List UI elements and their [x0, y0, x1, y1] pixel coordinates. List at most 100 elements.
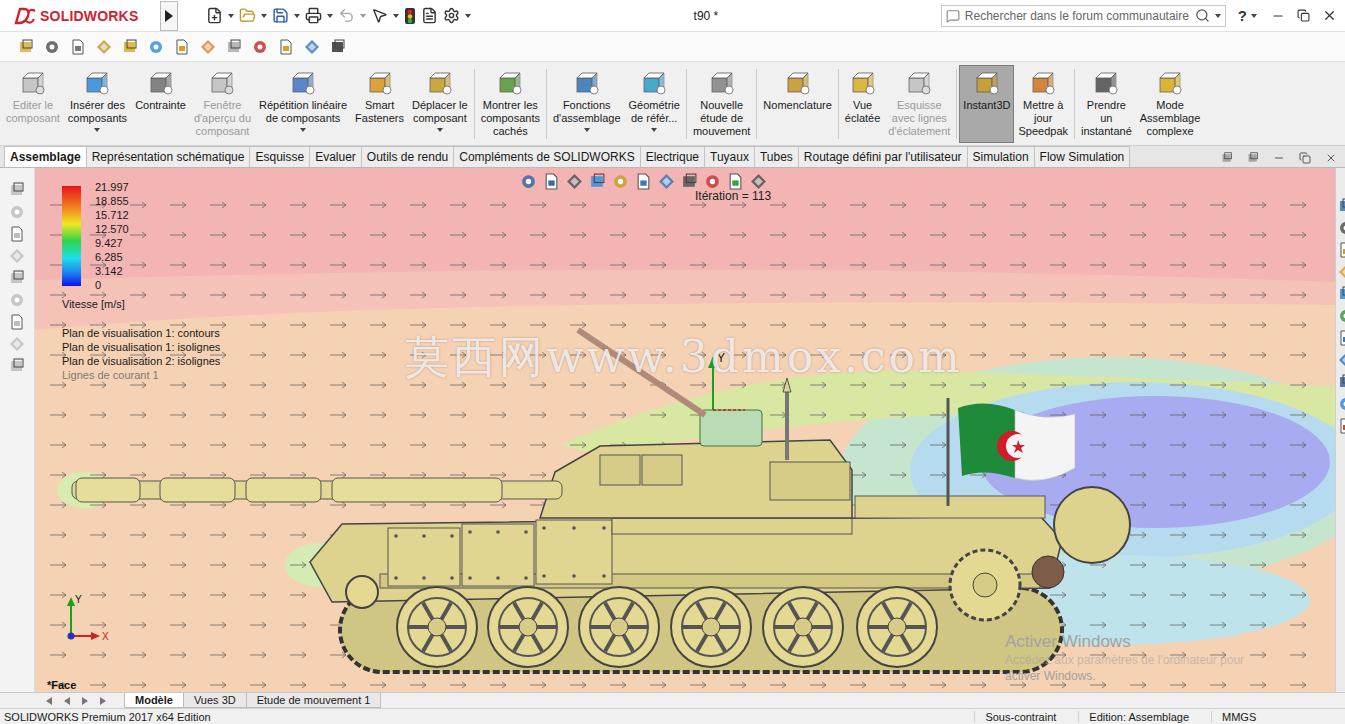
next-tab-arrow-icon[interactable]	[80, 696, 90, 706]
select-pointer-icon[interactable]	[371, 7, 388, 24]
dropdown-caret[interactable]	[651, 128, 657, 132]
hide-show-icon[interactable]	[681, 173, 698, 190]
status-item[interactable]: MMGS	[1211, 711, 1301, 723]
home-icon[interactable]	[1338, 198, 1345, 214]
configure-icon[interactable]	[278, 39, 294, 55]
plot-label[interactable]: Lignes de courant 1	[62, 368, 220, 382]
save-icon[interactable]	[272, 7, 289, 24]
render-icon[interactable]	[148, 39, 164, 55]
command-button[interactable]: Vueéclatée	[841, 65, 884, 143]
status-item[interactable]: Sous-contraint	[974, 711, 1078, 723]
display-settings-icon[interactable]	[750, 173, 767, 190]
zoom-area-icon[interactable]	[543, 173, 560, 190]
dynamic-annotation-icon[interactable]	[612, 173, 629, 190]
command-tab[interactable]: Représentation schématique	[86, 146, 251, 167]
rebuild-traffic-light-icon[interactable]	[404, 7, 416, 25]
command-button[interactable]: SmartFasteners	[351, 65, 408, 143]
datum-icon[interactable]	[9, 314, 25, 330]
command-button[interactable]: Fonctionsd'assemblage	[549, 65, 625, 143]
scene-icon[interactable]	[727, 173, 744, 190]
command-button[interactable]: Instant3D	[959, 65, 1014, 143]
sketch-icon[interactable]	[44, 39, 60, 55]
search-icon[interactable]	[1195, 8, 1210, 23]
command-button[interactable]: Esquisseavec lignesd'éclatement	[884, 65, 954, 143]
drawing-icon[interactable]	[252, 39, 268, 55]
simulation-icon[interactable]	[1338, 396, 1345, 412]
last-tab-arrow-icon[interactable]	[98, 696, 108, 706]
plot-label[interactable]: Plan de visualisation 1: contours	[62, 326, 220, 340]
menu-expand-button[interactable]	[160, 1, 178, 31]
command-button[interactable]: Editer lecomposant	[2, 65, 64, 143]
command-tab[interactable]: Tuyaux	[704, 146, 755, 167]
smart-dimension-icon[interactable]	[9, 226, 25, 242]
status-item[interactable]: Edition: Assemblage	[1078, 711, 1211, 723]
appearance-icon[interactable]	[704, 173, 721, 190]
play-icon[interactable]	[174, 39, 190, 55]
annotation-icon[interactable]	[9, 182, 25, 198]
design-library-icon[interactable]	[1338, 242, 1345, 258]
graphics-area[interactable]: Itération = 11321.99718.85515.71212.5709…	[35, 168, 1335, 692]
model-tab[interactable]: Vues 3D	[183, 693, 247, 708]
dropdown-caret[interactable]	[584, 128, 590, 132]
previous-view-icon[interactable]	[566, 173, 583, 190]
new-part-icon[interactable]	[18, 39, 34, 55]
command-button[interactable]: Nomenclature	[759, 65, 835, 143]
note-icon[interactable]	[9, 204, 25, 220]
command-tab[interactable]: Outils de rendu	[361, 146, 454, 167]
previous-tab-arrow-icon[interactable]	[62, 696, 72, 706]
dropdown-caret[interactable]	[94, 128, 100, 132]
logo[interactable]: SOLIDWORKS	[0, 7, 160, 25]
options-gear-icon[interactable]	[443, 7, 460, 24]
view-orientation-icon[interactable]	[635, 173, 652, 190]
community-search-field[interactable]: Rechercher dans le forum communautaire	[941, 5, 1226, 27]
command-button[interactable]: Contrainte	[131, 65, 190, 143]
command-button[interactable]: Insérer descomposants	[64, 65, 131, 143]
forum-icon[interactable]	[1338, 352, 1345, 368]
view-palette-icon[interactable]	[1338, 286, 1345, 302]
display-style-icon[interactable]	[658, 173, 675, 190]
layout-icon[interactable]	[330, 39, 346, 55]
restore-icon[interactable]	[1297, 9, 1310, 22]
command-button[interactable]: Mettre àjourSpeedpak	[1014, 65, 1072, 143]
file-explorer-icon[interactable]	[1338, 264, 1345, 280]
copy-icon[interactable]	[70, 39, 86, 55]
check-icon[interactable]	[304, 39, 320, 55]
assembly-icon[interactable]	[122, 39, 138, 55]
command-tab[interactable]: Tubes	[754, 146, 799, 167]
command-button[interactable]: Répétition linéairede composants	[255, 65, 351, 143]
hole-callout-icon[interactable]	[9, 336, 25, 352]
panel-right-icon[interactable]	[1247, 152, 1259, 164]
custom-properties-icon[interactable]	[1338, 330, 1345, 346]
undo-icon[interactable]	[338, 7, 355, 24]
panel-left-icon[interactable]	[1221, 152, 1233, 164]
close-icon[interactable]	[1322, 8, 1337, 23]
model-tab[interactable]: Modèle	[124, 693, 184, 708]
minimize-icon[interactable]	[1271, 9, 1285, 23]
zoom-fit-icon[interactable]	[520, 173, 537, 190]
command-tab[interactable]: Esquisse	[249, 146, 310, 167]
plot-label[interactable]: Plan de visualisation 2: isolignes	[62, 354, 220, 368]
flow-icon[interactable]	[1338, 374, 1345, 390]
new-document-icon[interactable]	[206, 7, 223, 24]
command-button[interactable]: Prendreuninstantané	[1077, 65, 1136, 143]
properties-icon[interactable]	[96, 39, 112, 55]
close-doc-icon[interactable]	[1325, 152, 1337, 164]
command-button[interactable]: ModeAssemblagecomplexe	[1136, 65, 1205, 143]
restore-doc-icon[interactable]	[1299, 152, 1311, 164]
resources-icon[interactable]	[1338, 220, 1345, 236]
command-tab[interactable]: Electrique	[640, 146, 705, 167]
model-tab[interactable]: Etude de mouvement 1	[246, 693, 382, 708]
grid-icon[interactable]	[200, 39, 216, 55]
help-button[interactable]: ?	[1238, 7, 1257, 24]
section-view-icon[interactable]	[589, 173, 606, 190]
appearances-icon[interactable]	[1338, 308, 1345, 324]
command-button[interactable]: Géométriede référ...	[625, 65, 684, 143]
dropdown-caret[interactable]	[300, 128, 306, 132]
open-folder-icon[interactable]	[239, 7, 256, 24]
command-tab[interactable]: Simulation	[967, 146, 1035, 167]
plot-label[interactable]: Plan de visualisation 1: isolignes	[62, 340, 220, 354]
file-properties-icon[interactable]	[421, 7, 438, 24]
command-tab[interactable]: Flow Simulation	[1034, 146, 1131, 167]
flow-simulation-canvas[interactable]	[35, 168, 1335, 692]
first-tab-arrow-icon[interactable]	[44, 696, 54, 706]
